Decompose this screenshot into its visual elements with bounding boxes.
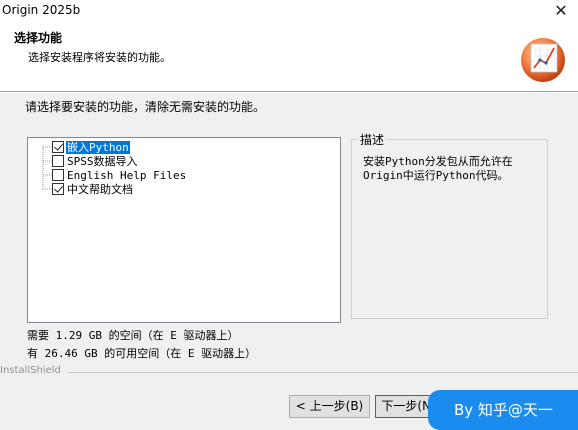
footer-divider (68, 372, 578, 373)
feature-label: 中文帮助文档 (67, 182, 133, 196)
instruction-text: 请选择要安装的功能，清除无需安装的功能。 (25, 100, 266, 114)
watermark-badge: By 知乎@天一 (428, 390, 578, 430)
title-bar: Origin 2025b ✕ (0, 0, 578, 24)
back-button[interactable]: < 上一步(B) (289, 395, 370, 418)
feature-item-embed-python[interactable]: 嵌入Python (52, 140, 130, 154)
page-title: 选择功能 (14, 31, 63, 45)
wizard-body: 请选择要安装的功能，清除无需安装的功能。 嵌入Python SPSS数据导入 E… (0, 93, 578, 430)
feature-item-spss-import[interactable]: SPSS数据导入 (52, 154, 139, 168)
installshield-label: InstallShield (0, 365, 65, 376)
feature-checkbox[interactable] (52, 183, 64, 195)
origin-chart-logo-icon (521, 38, 565, 82)
space-required-text: 需要 1.29 GB 的空间（在 E 驱动器上） (27, 329, 239, 342)
feature-tree[interactable]: 嵌入Python SPSS数据导入 English Help Files 中文帮… (27, 137, 341, 323)
window-title: Origin 2025b (2, 3, 81, 17)
feature-checkbox[interactable] (52, 169, 64, 181)
wizard-header: 选择功能 选择安装程序将安装的功能。 (0, 24, 578, 92)
feature-item-chinese-help[interactable]: 中文帮助文档 (52, 182, 134, 196)
feature-label: English Help Files (67, 168, 187, 182)
feature-checkbox[interactable] (52, 155, 64, 167)
space-available-text: 有 26.46 GB 的可用空间（在 E 驱动器上） (27, 347, 257, 360)
description-title: 描述 (358, 131, 387, 148)
feature-label: 嵌入Python (66, 140, 130, 154)
feature-checkbox[interactable] (52, 141, 64, 153)
close-button[interactable]: ✕ (550, 1, 572, 23)
page-subtitle: 选择安装程序将安装的功能。 (28, 51, 171, 64)
description-text: 安装Python分发包从而允许在Origin中运行Python代码。 (363, 155, 513, 182)
feature-item-english-help[interactable]: English Help Files (52, 168, 187, 182)
feature-label: SPSS数据导入 (67, 154, 138, 168)
